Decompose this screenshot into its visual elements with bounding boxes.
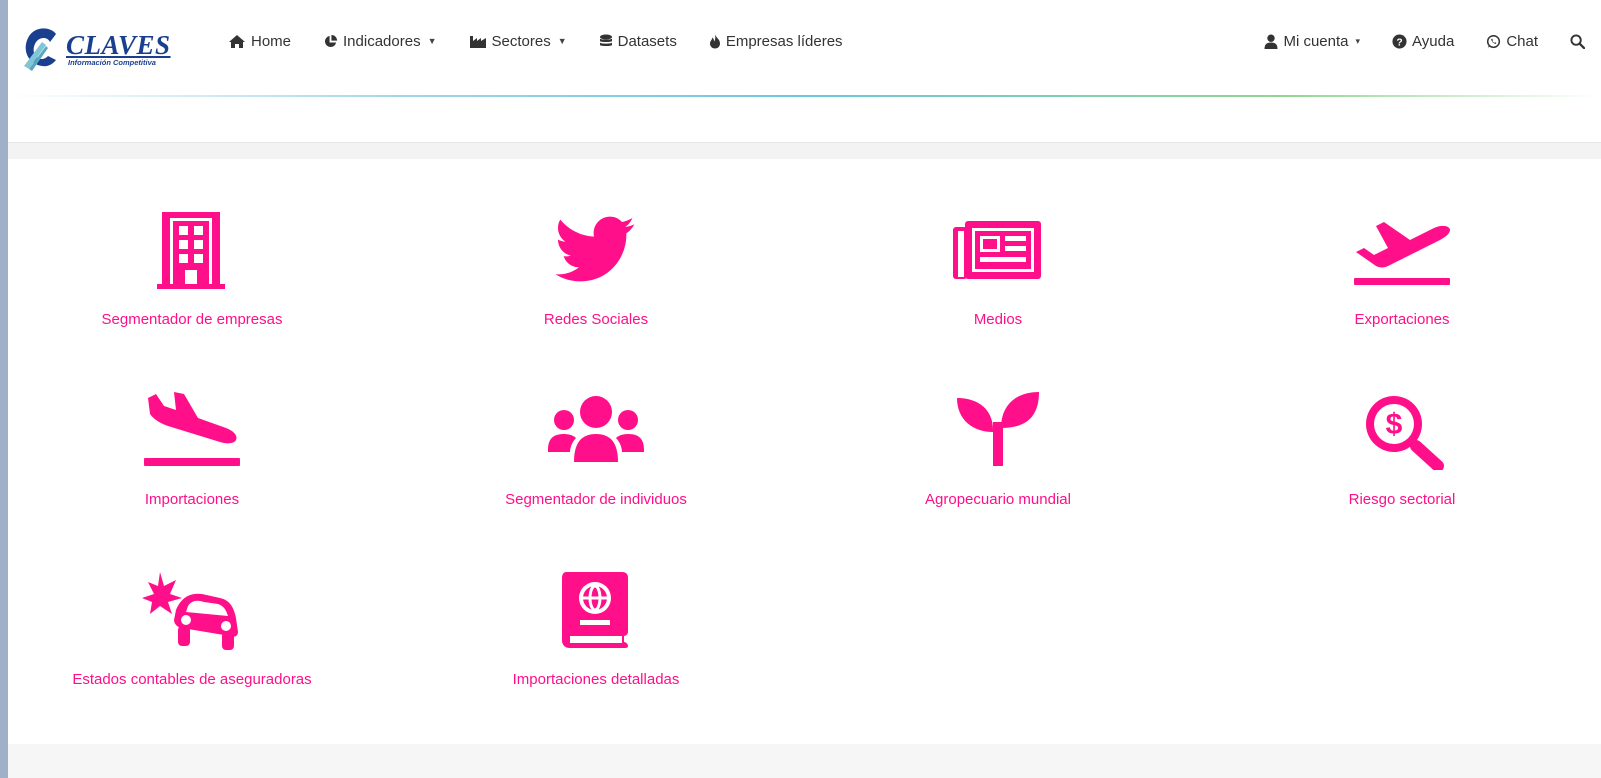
tile-label: Segmentador de individuos: [505, 491, 687, 508]
database-icon: [599, 34, 612, 46]
search-button[interactable]: [1554, 30, 1601, 52]
nav-sectores[interactable]: Sectores ▼: [453, 30, 583, 52]
nav-home[interactable]: Home: [212, 30, 307, 52]
nav-indicadores-label: Indicadores: [343, 32, 421, 50]
modules-grid: Segmentador de empresas Redes Sociales M…: [8, 159, 1601, 744]
tile-segmentador-empresas[interactable]: Segmentador de empresas: [12, 205, 372, 365]
brand-logo[interactable]: CLAVES Información Competitiva: [20, 22, 180, 74]
nav-empresas-lideres-label: Empresas líderes: [725, 32, 843, 50]
industry-icon: [469, 36, 486, 48]
tile-label: Agropecuario mundial: [925, 491, 1071, 508]
whatsapp-icon: [1487, 34, 1501, 48]
tile-label: Redes Sociales: [543, 311, 649, 328]
tile-redes-sociales[interactable]: Redes Sociales: [416, 205, 776, 365]
chevron-down-icon: ▾: [1355, 35, 1361, 46]
twitter-icon: [556, 216, 635, 282]
tile-medios[interactable]: Medios: [818, 205, 1178, 365]
nav-mi-cuenta-label: Mi cuenta: [1283, 32, 1349, 50]
nav-indicadores[interactable]: Indicadores ▼: [307, 30, 452, 52]
seedling-icon: [957, 392, 1039, 466]
tile-riesgo-sectorial[interactable]: $ Riesgo sectorial: [1222, 385, 1582, 545]
tile-label: Exportaciones: [1354, 311, 1450, 328]
nav-chat[interactable]: Chat: [1470, 30, 1554, 52]
nav-home-label: Home: [251, 32, 292, 50]
tile-exportaciones[interactable]: Exportaciones: [1222, 205, 1582, 365]
top-navbar: CLAVES Información Competitiva Home Indi…: [8, 0, 1601, 97]
footer-strip: [8, 744, 1601, 778]
tile-importaciones[interactable]: Importaciones: [12, 385, 372, 545]
nav-ayuda-label: Ayuda: [1412, 32, 1455, 50]
app-frame: CLAVES Información Competitiva Home Indi…: [8, 0, 1601, 778]
newspaper-icon: [953, 221, 1041, 279]
passport-icon: [562, 572, 628, 648]
plane-departure-icon: [1354, 222, 1450, 285]
chevron-down-icon: ▼: [557, 36, 567, 46]
chevron-down-icon: ▼: [427, 36, 437, 46]
tile-label: Importaciones: [144, 491, 240, 508]
svg-text:?: ?: [1396, 37, 1402, 48]
pie-chart-icon: [324, 34, 338, 47]
plane-arrival-icon: [144, 392, 240, 466]
nav-datasets-label: Datasets: [617, 32, 677, 50]
brand-name: CLAVES: [66, 30, 171, 60]
nav-empresas-lideres[interactable]: Empresas líderes: [693, 30, 859, 52]
section-divider: [8, 143, 1601, 159]
nav-ayuda[interactable]: ? Ayuda: [1376, 30, 1470, 52]
car-crash-icon: [142, 572, 238, 650]
tile-label: Estados contables de aseguradoras: [72, 671, 312, 688]
tile-label: Importaciones detalladas: [512, 671, 680, 688]
search-icon: [1570, 33, 1585, 49]
tile-estados-contables-aseguradoras[interactable]: Estados contables de aseguradoras: [12, 565, 372, 725]
building-icon: [157, 212, 225, 289]
users-icon: [548, 396, 644, 462]
nav-sectores-label: Sectores: [491, 32, 551, 50]
nav-chat-label: Chat: [1506, 32, 1538, 50]
search-dollar-icon: $: [1366, 396, 1444, 470]
tile-label: Riesgo sectorial: [1348, 491, 1456, 508]
account-nav: Mi cuenta ▾ ? Ayuda Chat: [1248, 30, 1601, 52]
tile-importaciones-detalladas[interactable]: Importaciones detalladas: [416, 565, 776, 725]
tile-label: Medios: [973, 311, 1023, 328]
main-nav: Home Indicadores ▼ Sectores ▼ Datasets E…: [212, 30, 859, 52]
svg-text:$: $: [1386, 408, 1403, 441]
home-icon: [229, 34, 245, 48]
brand-tagline: Información Competitiva: [68, 58, 156, 67]
nav-mi-cuenta[interactable]: Mi cuenta ▾: [1248, 30, 1376, 52]
tile-agropecuario-mundial[interactable]: Agropecuario mundial: [818, 385, 1178, 545]
sub-header: [8, 97, 1601, 143]
fire-icon: [709, 33, 720, 48]
user-icon: [1264, 34, 1278, 49]
help-icon: ?: [1392, 33, 1407, 49]
tile-label: Segmentador de empresas: [101, 311, 283, 328]
nav-datasets[interactable]: Datasets: [583, 30, 693, 52]
claves-logo-icon: [24, 28, 56, 71]
tile-segmentador-individuos[interactable]: Segmentador de individuos: [416, 385, 776, 545]
